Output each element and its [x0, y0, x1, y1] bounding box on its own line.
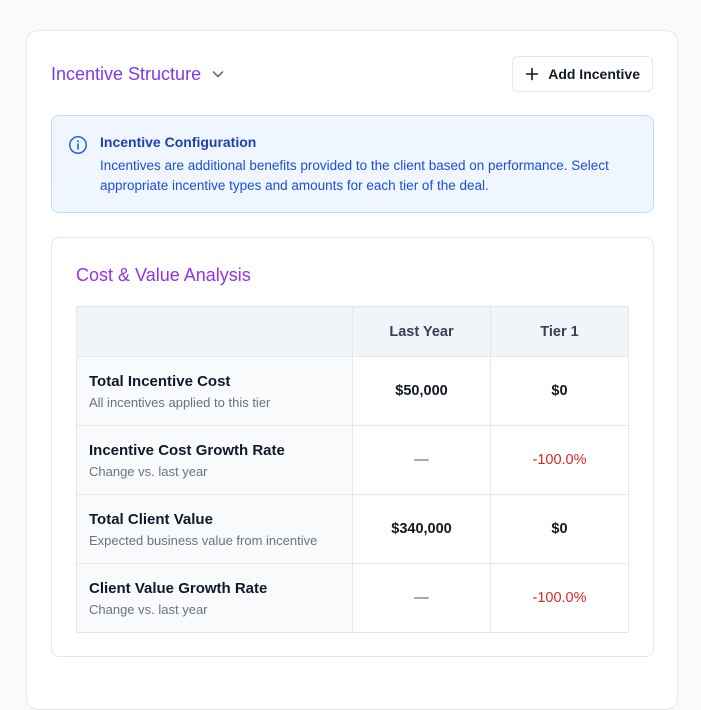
- info-title: Incentive Configuration: [100, 134, 257, 150]
- incentive-structure-card: Incentive Structure Add Incentive Incent…: [26, 30, 678, 710]
- chevron-down-icon: [211, 67, 225, 81]
- metric-label: Total Client Value: [89, 510, 213, 528]
- section-toggle[interactable]: Incentive Structure: [51, 64, 225, 85]
- tier-1-value: -100.0%: [490, 563, 629, 633]
- column-header-metric: [76, 306, 353, 357]
- metric-cell: Client Value Growth Rate Change vs. last…: [76, 563, 353, 633]
- tier-1-value: -100.0%: [490, 425, 629, 495]
- metric-label: Incentive Cost Growth Rate: [89, 441, 285, 459]
- section-title: Incentive Structure: [51, 63, 202, 84]
- metric-description: Change vs. last year: [89, 463, 208, 479]
- metric-cell: Incentive Cost Growth Rate Change vs. la…: [76, 425, 353, 495]
- analysis-table: Last Year Tier 1 Total Incentive Cost Al…: [76, 306, 629, 633]
- last-year-value: —: [352, 425, 491, 495]
- section-header: Incentive Structure Add Incentive: [51, 55, 653, 93]
- metric-cell: Total Incentive Cost All incentives appl…: [76, 356, 353, 426]
- column-header-last-year: Last Year: [352, 306, 491, 357]
- last-year-value: $50,000: [352, 356, 491, 426]
- table-header-row: Last Year Tier 1: [76, 306, 629, 357]
- table-row: Total Incentive Cost All incentives appl…: [76, 356, 629, 426]
- analysis-title: Cost & Value Analysis: [76, 265, 251, 285]
- metric-description: Expected business value from incentive: [89, 532, 318, 548]
- info-icon: [68, 135, 88, 160]
- add-incentive-button[interactable]: Add Incentive: [512, 56, 653, 92]
- metric-label: Client Value Growth Rate: [89, 579, 268, 597]
- metric-label: Total Incentive Cost: [89, 372, 231, 390]
- metric-description: All incentives applied to this tier: [89, 394, 271, 410]
- last-year-value: —: [352, 563, 491, 633]
- table-row: Client Value Growth Rate Change vs. last…: [76, 563, 629, 633]
- last-year-value: $340,000: [352, 494, 491, 564]
- tier-1-value: $0: [490, 356, 629, 426]
- table-row: Incentive Cost Growth Rate Change vs. la…: [76, 425, 629, 495]
- add-incentive-label: Add Incentive: [548, 66, 640, 82]
- plus-icon: [525, 67, 539, 81]
- table-row: Total Client Value Expected business val…: [76, 494, 629, 564]
- cost-value-analysis-card: Cost & Value Analysis Last Year Tier 1 T…: [51, 237, 654, 657]
- tier-1-value: $0: [490, 494, 629, 564]
- info-text: Incentives are additional benefits provi…: [100, 158, 609, 193]
- info-banner: Incentive Configuration Incentives are a…: [51, 115, 654, 213]
- metric-cell: Total Client Value Expected business val…: [76, 494, 353, 564]
- column-header-tier-1: Tier 1: [490, 306, 629, 357]
- metric-description: Change vs. last year: [89, 601, 208, 617]
